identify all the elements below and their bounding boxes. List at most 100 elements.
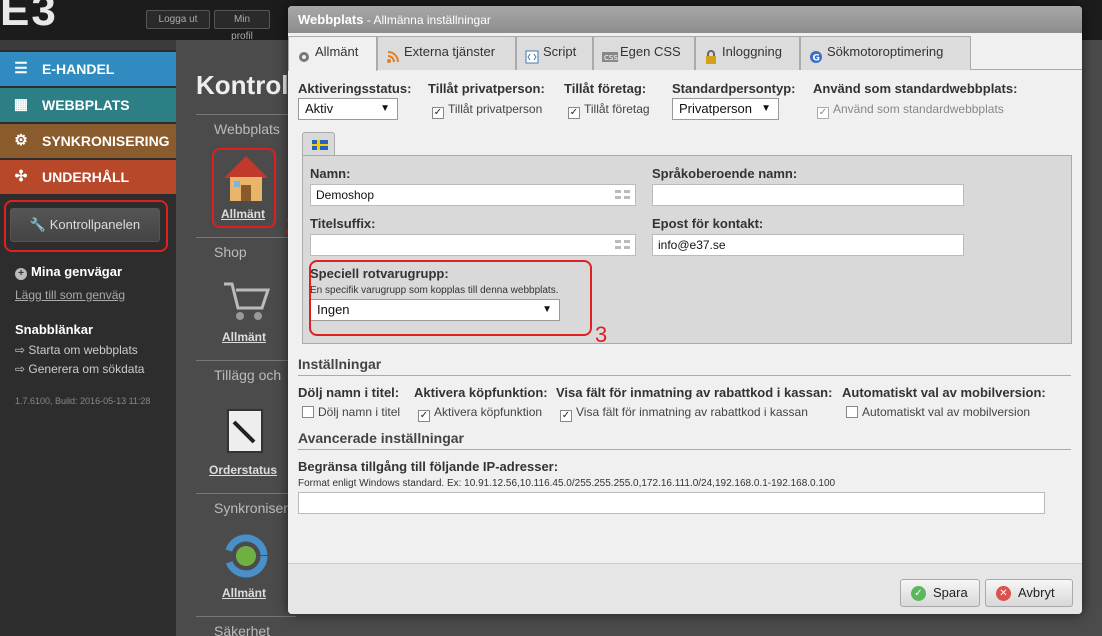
shortcuts-title: + Mina genvägar	[15, 264, 122, 280]
tab-label: Allmänt	[315, 44, 359, 59]
activation-status-value: Aktiv	[305, 101, 334, 116]
checkbox-checked[interactable]: ✓	[432, 107, 444, 119]
cancel-button[interactable]: ✕ Avbryt	[985, 579, 1073, 607]
css-icon: CSS	[602, 45, 618, 62]
shop-allmant-link[interactable]: Allmänt	[222, 330, 266, 344]
plus-circle-icon: +	[15, 268, 27, 280]
dialog-title: Webbplats	[298, 12, 364, 27]
orderstatus-link[interactable]: Orderstatus	[209, 463, 277, 477]
checkbox-checked[interactable]: ✓	[568, 107, 580, 119]
tab-script[interactable]: Script	[516, 36, 593, 70]
contact-email-label: Epost för kontakt:	[652, 216, 764, 231]
default-site-label: Använd som standardwebbplats:	[813, 81, 1018, 96]
allow-company-checkbox[interactable]: ✓ Tillåt företag	[568, 102, 650, 119]
checkbox-unchecked[interactable]	[302, 406, 314, 418]
hide-name-label: Dölj namn i titel:	[298, 385, 400, 400]
nav-item-webbplats[interactable]: ▦ WEBBPLATS	[0, 88, 176, 122]
contact-email-value: info@e37.se	[658, 238, 726, 252]
refresh-icon[interactable]	[218, 528, 274, 584]
annotation-highlight-3	[309, 260, 592, 336]
allow-private-checkbox[interactable]: ✓ Tillåt privatperson	[432, 102, 542, 119]
language-tab-sv[interactable]	[302, 132, 335, 156]
section-synkronisering: Synkroniser	[196, 493, 296, 523]
name-input[interactable]: Demoshop	[310, 184, 636, 206]
nav-item-label: E-HANDEL	[42, 61, 115, 77]
quicklink-restart[interactable]: ⇨ Starta om webbplats	[15, 343, 138, 357]
buy-function-label: Aktivera köpfunktion:	[414, 385, 548, 400]
clipboard-icon[interactable]	[218, 402, 274, 458]
checkbox-unchecked[interactable]	[846, 406, 858, 418]
default-person-type-select[interactable]: Privatperson ▼	[672, 98, 779, 120]
version-text: 1.7.6100, Build: 2016-05-13 11:28	[15, 396, 151, 406]
settings-dialog: Webbplats - Allmänna inställningar Allmä…	[288, 6, 1082, 614]
lock-icon	[704, 45, 718, 64]
activation-status-select[interactable]: Aktiv ▼	[298, 98, 398, 120]
tab-label: Sökmotoroptimering	[827, 44, 944, 59]
ip-restriction-input[interactable]	[298, 492, 1045, 514]
tab-label: Externa tjänster	[404, 44, 496, 59]
ip-restriction-label: Begränsa tillgång till följande IP-adres…	[298, 459, 559, 474]
tab-label: Script	[543, 44, 577, 59]
tab-inloggning[interactable]: Inloggning	[695, 36, 800, 70]
nav-item-label: SYNKRONISERING	[42, 133, 170, 149]
checkbox-checked[interactable]: ✓	[560, 410, 572, 422]
allow-private-label: Tillåt privatperson:	[428, 81, 545, 96]
default-person-type-label: Standardpersontyp:	[672, 81, 796, 96]
tab-sokmotoroptimering[interactable]: G Sökmotoroptimering	[800, 36, 971, 70]
quicklink-label: Starta om webbplats	[28, 343, 138, 357]
annotation-number-3: 3	[595, 322, 608, 347]
contact-email-input[interactable]: info@e37.se	[652, 234, 964, 256]
save-button[interactable]: ✓ Spara	[900, 579, 980, 607]
language-independent-name-input[interactable]	[652, 184, 964, 206]
default-person-type-value: Privatperson	[679, 101, 752, 116]
language-independent-name-label: Språkoberoende namn:	[652, 166, 798, 181]
profile-button[interactable]: Min profil	[214, 10, 270, 42]
ip-format-hint: Format enligt Windows standard. Ex: 10.9…	[298, 478, 836, 489]
gear-icon	[297, 45, 311, 62]
advanced-section-title: Avancerade inställningar	[298, 430, 1071, 450]
nav-item-synkronisering[interactable]: ⚙ SYNKRONISERING	[0, 124, 176, 158]
translate-grid-icon[interactable]	[615, 190, 630, 200]
svg-text:CSS: CSS	[604, 54, 618, 62]
tab-allmant[interactable]: Allmänt	[288, 36, 377, 71]
arrow-right-icon: ⇨	[15, 362, 29, 376]
quicklink-reindex[interactable]: ⇨ Generera om sökdata	[15, 362, 144, 376]
close-icon: ✕	[996, 586, 1011, 601]
cancel-button-label: Avbryt	[1018, 585, 1055, 600]
checkbox-label: Aktivera köpfunktion	[434, 405, 543, 419]
hide-name-checkbox[interactable]: Dölj namn i titel	[302, 405, 400, 419]
buy-function-checkbox[interactable]: ✓ Aktivera köpfunktion	[418, 405, 542, 422]
swedish-flag-icon	[312, 140, 328, 150]
tab-label: Egen CSS	[620, 44, 681, 59]
logout-button[interactable]: Logga ut	[146, 10, 210, 29]
tab-bar: Allmänt Externa tjänster Script CSS Egen…	[288, 36, 1082, 71]
tab-externa-tjanster[interactable]: Externa tjänster	[377, 36, 516, 70]
nav-item-underhall[interactable]: ✣ UNDERHÅLL	[0, 160, 176, 194]
checkbox-label: Visa fält för inmatning av rabattkod i k…	[576, 405, 808, 419]
svg-text:G: G	[813, 54, 820, 64]
cart-icon[interactable]	[218, 272, 274, 328]
default-site-checkbox: ✓ Använd som standardwebbplats	[817, 102, 1004, 119]
list-icon: ☰	[14, 60, 28, 77]
nav-item-label: WEBBPLATS	[42, 97, 130, 113]
title-suffix-input[interactable]	[310, 234, 636, 256]
add-shortcut-link[interactable]: Lägg till som genväg	[15, 288, 125, 302]
section-tillagg: Tillägg och	[196, 360, 296, 390]
dropdown-arrow-icon: ▼	[380, 103, 390, 114]
google-icon: G	[809, 45, 823, 64]
discount-code-checkbox[interactable]: ✓ Visa fält för inmatning av rabattkod i …	[560, 405, 808, 422]
tab-egen-css[interactable]: CSS Egen CSS	[593, 36, 695, 70]
name-label: Namn:	[310, 166, 351, 181]
mobile-version-checkbox[interactable]: Automatiskt val av mobilversion	[846, 405, 1030, 419]
checkbox-label: Använd som standardwebbplats	[833, 102, 1004, 116]
checkbox-label: Dölj namn i titel	[318, 405, 401, 419]
checkbox-checked: ✓	[817, 107, 829, 119]
nav-item-ehandel[interactable]: ☰ E-HANDEL	[0, 52, 176, 86]
sidebar: ☰ E-HANDEL ▦ WEBBPLATS ⚙ SYNKRONISERING …	[0, 50, 176, 636]
translate-grid-icon[interactable]	[615, 240, 630, 250]
shortcuts-title-text: Mina genvägar	[31, 264, 123, 279]
save-button-label: Spara	[933, 585, 968, 600]
sync-allmant-link[interactable]: Allmänt	[222, 586, 266, 600]
checkbox-checked[interactable]: ✓	[418, 410, 430, 422]
grid-icon: ▦	[13, 96, 29, 113]
